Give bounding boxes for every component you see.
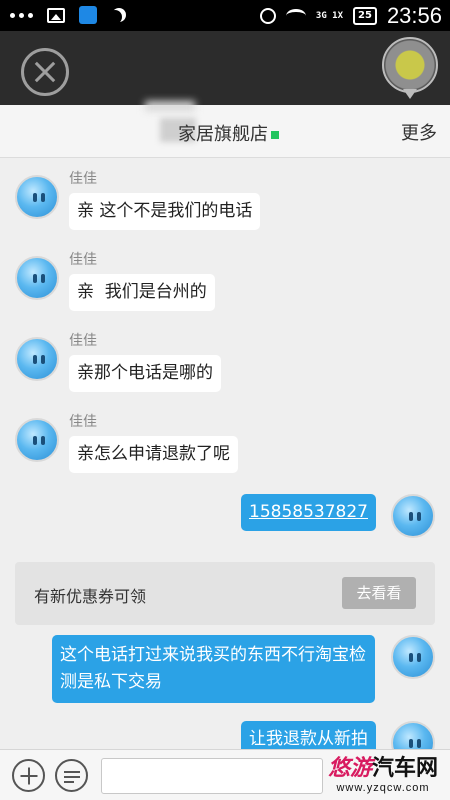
message-input[interactable] [101,758,323,794]
online-status-icon [271,131,279,139]
input-bar: 悠游汽车网 www.yzqcw.com [0,749,450,800]
wifi-icon [285,9,306,23]
watermark-logo: 悠游汽车网 www.yzqcw.com [320,756,446,794]
network-type: 3G 1X [315,11,344,21]
avatar[interactable] [15,175,59,219]
message-bubble[interactable]: 亲怎么申请退款了呢 [69,436,238,473]
view-coupon-button[interactable]: 去看看 [342,577,416,609]
avatar[interactable] [15,256,59,300]
chat-title-bar: 家居旗舰店 更多 [0,101,450,158]
status-bar: 3G 1X 25 23:56 [0,0,450,31]
sender-name: 佳佳 [69,171,97,187]
battery-icon: 25 [353,7,377,25]
alarm-icon [259,8,276,24]
coupon-notice: 有新优惠券可领 去看看 [15,562,435,625]
more-button[interactable]: 更多 [401,119,437,145]
user-avatar[interactable] [382,37,438,93]
more-notifications-icon [10,12,33,18]
message-bubble[interactable]: 亲那个电话是哪的 [69,355,221,392]
sender-name: 佳佳 [69,252,97,268]
message-bubble[interactable]: 亲 这个不是我们的电话 [69,193,261,230]
avatar-pointer-icon [403,89,417,99]
moon-icon [108,10,122,24]
page-title[interactable]: 家居旗舰店 [178,120,279,146]
close-icon[interactable] [21,48,69,96]
top-bar [0,31,450,105]
quick-reply-icon[interactable] [55,759,88,792]
avatar[interactable] [15,337,59,381]
image-icon [47,7,65,23]
sender-name: 佳佳 [69,414,97,430]
message-bubble[interactable]: 亲 我们是台州的 [69,274,215,311]
avatar[interactable] [15,418,59,462]
sender-name: 佳佳 [69,333,97,349]
add-icon[interactable] [12,759,45,792]
shop-name: 家居旗舰店 [178,124,268,145]
qq-icon [79,6,97,24]
message-bubble[interactable]: 这个电话打过来说我买的东西不行淘宝检测是私下交易 [52,635,375,703]
watermark-url: www.yzqcw.com [336,782,430,794]
clock: 23:56 [386,3,442,28]
phone-link[interactable]: 15858537827 [249,502,368,522]
blurred-region [145,101,195,111]
avatar[interactable] [391,494,435,538]
avatar[interactable] [391,635,435,679]
message-bubble[interactable]: 15858537827 [241,494,376,531]
coupon-text: 有新优惠券可领 [34,587,147,606]
